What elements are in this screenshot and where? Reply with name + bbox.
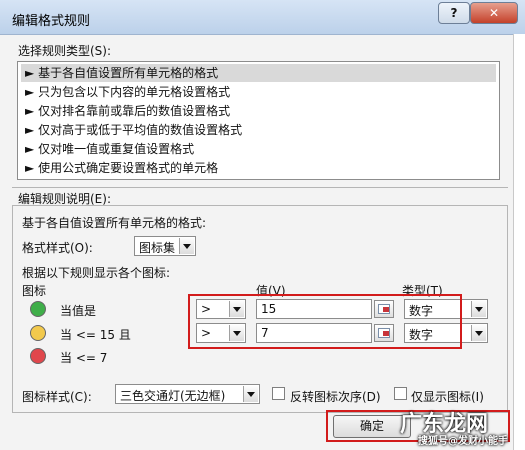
reverse-order-label: 反转图标次序(D) xyxy=(290,390,381,404)
rule-type-item[interactable]: ► 仅对高于或低于平均值的数值设置格式 xyxy=(21,121,496,139)
icon-column-header: 图标 xyxy=(22,284,47,298)
condition-label: 当 <= 7 xyxy=(60,351,108,365)
chevron-down-icon[interactable] xyxy=(471,325,486,341)
help-button[interactable]: ? xyxy=(438,2,470,24)
format-style-select[interactable]: 图标集 xyxy=(134,236,196,256)
description-intro: 基于各自值设置所有单元格的格式: xyxy=(22,216,207,230)
icon-style-label: 图标样式(C): xyxy=(22,390,92,404)
background-sheet-strip xyxy=(513,34,525,450)
chevron-down-icon[interactable] xyxy=(471,301,486,317)
format-style-label: 格式样式(O): xyxy=(22,241,93,255)
rule-type-item[interactable]: ► 基于各自值设置所有单元格的格式 xyxy=(21,64,496,82)
rule-type-item[interactable]: ► 仅对唯一值或重复值设置格式 xyxy=(21,140,496,158)
title-bar: 编辑格式规则 ? ✕ xyxy=(0,0,525,35)
show-icon-only-label: 仅显示图标(I) xyxy=(411,390,484,404)
rule-type-item[interactable]: ► 只为包含以下内容的单元格设置格式 xyxy=(21,83,496,101)
condition-label: 当 <= 15 且 xyxy=(60,328,131,342)
chevron-down-icon[interactable] xyxy=(243,386,258,402)
show-icon-only-checkbox[interactable] xyxy=(394,387,407,400)
red-light-icon xyxy=(30,348,46,364)
rule-type-list[interactable]: ► 基于各自值设置所有单元格的格式 ► 只为包含以下内容的单元格设置格式 ► 仅… xyxy=(17,61,500,180)
bullet-icon: ► xyxy=(25,66,35,80)
rule-type-item[interactable]: ► 仅对排名靠前或靠后的数值设置格式 xyxy=(21,102,496,120)
bullet-icon: ► xyxy=(25,161,35,175)
section-divider xyxy=(12,187,508,188)
chevron-down-icon[interactable] xyxy=(179,238,194,254)
dialog-title: 编辑格式规则 xyxy=(12,14,91,29)
bullet-icon: ► xyxy=(25,85,35,99)
reverse-order-checkbox[interactable] xyxy=(272,387,285,400)
close-button[interactable]: ✕ xyxy=(470,2,518,24)
bullet-icon: ► xyxy=(25,104,35,118)
rules-caption: 根据以下规则显示各个图标: xyxy=(22,266,171,280)
green-light-icon xyxy=(30,301,46,317)
rule-type-label: 选择规则类型(S): xyxy=(18,44,112,58)
condition-label: 当值是 xyxy=(60,304,97,318)
bullet-icon: ► xyxy=(25,123,35,137)
highlight-box xyxy=(188,294,462,349)
watermark-caption: 搜狐号@发财小能手 xyxy=(418,436,508,447)
icon-style-select[interactable]: 三色交通灯(无边框) xyxy=(115,384,260,404)
bullet-icon: ► xyxy=(25,142,35,156)
rule-type-item[interactable]: ► 使用公式确定要设置格式的单元格 xyxy=(21,159,496,177)
yellow-light-icon xyxy=(30,325,46,341)
